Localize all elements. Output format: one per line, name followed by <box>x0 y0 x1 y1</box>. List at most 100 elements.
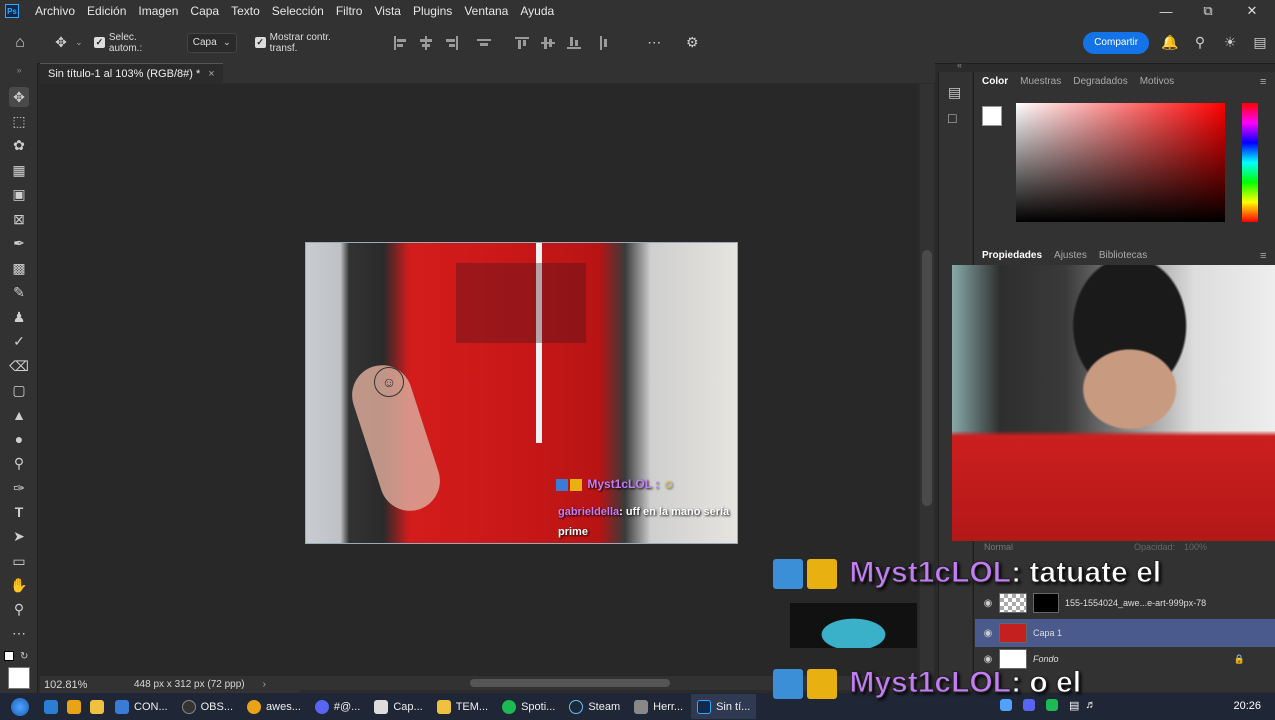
menu-filtro[interactable]: Filtro <box>330 0 369 22</box>
bell-icon[interactable]: 🔔 <box>1155 34 1185 51</box>
horizontal-scroll-thumb[interactable] <box>470 679 670 687</box>
taskbar-app[interactable]: CON... <box>109 694 174 719</box>
vertical-scroll-thumb[interactable] <box>922 250 932 506</box>
search-icon[interactable]: ⚲ <box>1185 34 1215 51</box>
marquee-tool-icon[interactable]: ⬚ <box>9 111 29 131</box>
menu-seleccion[interactable]: Selección <box>266 0 330 22</box>
move-tool-icon[interactable]: ✥ <box>48 34 74 51</box>
tray-app-icon[interactable] <box>1000 699 1012 711</box>
clock[interactable]: 20:26 <box>1233 693 1261 720</box>
color-picker-field[interactable] <box>1016 103 1225 222</box>
distribute-vertical-icon[interactable] <box>597 35 611 50</box>
close-tab-icon[interactable]: × <box>208 68 214 80</box>
close-icon[interactable]: ✕ <box>1230 0 1274 22</box>
dodge-tool-icon[interactable]: ● <box>9 429 29 449</box>
comments-panel-icon[interactable]: □ <box>948 110 956 126</box>
taskbar-app[interactable]: awes... <box>241 694 307 719</box>
taskbar-app[interactable]: Spoti... <box>496 694 561 719</box>
tab-propiedades[interactable]: Propiedades <box>982 250 1042 261</box>
panel-menu-icon[interactable]: ≡ <box>1260 76 1266 88</box>
tab-muestras[interactable]: Muestras <box>1020 76 1061 87</box>
object-select-tool-icon[interactable]: ▦ <box>9 160 29 180</box>
panel-menu-icon[interactable]: ≡ <box>1260 250 1266 262</box>
zoom-tool-icon[interactable]: ⚲ <box>9 599 29 619</box>
lasso-tool-icon[interactable]: ✿ <box>9 135 29 155</box>
history-brush-tool-icon[interactable]: ✓ <box>9 331 29 351</box>
align-bottom-icon[interactable] <box>567 36 582 50</box>
taskbar-app[interactable]: #@... <box>309 694 366 719</box>
tab-ajustes[interactable]: Ajustes <box>1054 250 1087 261</box>
share-button[interactable]: Compartir <box>1083 31 1150 54</box>
start-button[interactable] <box>0 693 40 720</box>
zoom-level[interactable]: 102.81% <box>44 679 134 691</box>
show-transform-checkbox[interactable]: ✓ Mostrar contr. transf. <box>254 32 362 54</box>
explorer-icon[interactable] <box>90 699 104 714</box>
eyedropper-tool-icon[interactable]: ✒ <box>9 233 29 253</box>
shape-tool-icon[interactable]: ▭ <box>9 551 29 571</box>
workspace-icon[interactable]: ▤ <box>1245 34 1275 51</box>
auto-select-target-dropdown[interactable]: Capa ⌄ <box>186 32 237 53</box>
lightbulb-icon[interactable]: ☀ <box>1215 34 1245 51</box>
edge-icon[interactable] <box>44 699 58 714</box>
crop-tool-icon[interactable]: ▣ <box>9 184 29 204</box>
taskbar-app[interactable]: Steam <box>563 694 626 719</box>
history-panel-icon[interactable]: ▤ <box>948 84 961 101</box>
photoshop-logo-icon[interactable]: Ps <box>5 4 19 18</box>
opacity-value[interactable]: 100% <box>1184 542 1207 552</box>
document-canvas[interactable]: ☺ <box>305 242 738 544</box>
move-tool-icon[interactable]: ✥ <box>9 87 29 107</box>
align-right-icon[interactable] <box>445 35 459 50</box>
tab-motivos[interactable]: Motivos <box>1140 76 1174 87</box>
checkbox-checked-icon[interactable]: ✓ <box>93 37 105 48</box>
menu-texto[interactable]: Texto <box>225 0 266 22</box>
swap-colors-icon[interactable]: ↻ <box>20 651 32 662</box>
frame-tool-icon[interactable]: ⊠ <box>9 209 29 229</box>
dodge-burn-icon[interactable]: ⚲ <box>9 453 29 473</box>
collapse-icon[interactable]: « <box>957 60 962 70</box>
hand-tool-icon[interactable]: ✋ <box>9 575 29 595</box>
layer-row-selected[interactable]: ◉ Capa 1 <box>975 619 1275 647</box>
distribute-icon[interactable] <box>477 36 492 50</box>
align-left-icon[interactable] <box>393 35 407 50</box>
minimize-icon[interactable]: — <box>1144 0 1188 22</box>
eraser-tool-icon[interactable]: ⌫ <box>9 356 29 376</box>
align-middle-icon[interactable] <box>541 36 556 50</box>
menu-plugins[interactable]: Plugins <box>407 0 458 22</box>
more-tools-icon[interactable]: ⋯ <box>9 623 29 643</box>
align-center-h-icon[interactable] <box>419 35 433 50</box>
align-top-icon[interactable] <box>515 36 530 50</box>
eye-icon[interactable]: ◉ <box>981 654 995 665</box>
healing-tool-icon[interactable]: ▩ <box>9 258 29 278</box>
restore-icon[interactable]: ⧉ <box>1186 0 1230 22</box>
blend-mode-dropdown[interactable]: Normal <box>984 542 1013 552</box>
menu-ayuda[interactable]: Ayuda <box>514 0 560 22</box>
tray-spotify-icon[interactable] <box>1046 699 1058 711</box>
chrome-icon[interactable] <box>67 699 81 714</box>
auto-select-checkbox[interactable]: ✓ Selec. autom.: <box>93 32 173 54</box>
menu-edicion[interactable]: Edición <box>81 0 132 22</box>
checkbox-checked-icon[interactable]: ✓ <box>254 37 266 48</box>
eye-icon[interactable]: ◉ <box>981 628 995 639</box>
taskbar-app-active[interactable]: Sin tí... <box>691 694 757 719</box>
foreground-color-swatch[interactable] <box>8 667 30 689</box>
hue-slider[interactable] <box>1242 103 1258 222</box>
collapse-icon[interactable]: » <box>9 65 29 75</box>
type-tool-icon[interactable]: T <box>9 502 29 522</box>
foreground-swatch[interactable] <box>982 106 1002 126</box>
taskbar-app[interactable]: Cap... <box>368 694 428 719</box>
taskbar-app[interactable]: Herr... <box>628 694 689 719</box>
menu-vista[interactable]: Vista <box>368 0 406 22</box>
menu-ventana[interactable]: Ventana <box>458 0 514 22</box>
more-options-icon[interactable]: ⋯ <box>639 34 669 51</box>
eye-icon[interactable]: ◉ <box>981 598 995 609</box>
taskbar-app[interactable]: OBS... <box>176 694 239 719</box>
blur-tool-icon[interactable]: ▲ <box>9 405 29 425</box>
brush-tool-icon[interactable]: ✎ <box>9 282 29 302</box>
taskbar-app[interactable]: TEM... <box>431 694 494 719</box>
gear-icon[interactable]: ⚙ <box>677 34 707 51</box>
tray-discord-icon[interactable] <box>1023 699 1035 711</box>
path-select-tool-icon[interactable]: ➤ <box>9 526 29 546</box>
network-icon[interactable]: ▤ <box>1069 699 1079 712</box>
gradient-tool-icon[interactable]: ▢ <box>9 380 29 400</box>
home-icon[interactable]: ⌂ <box>0 34 40 52</box>
